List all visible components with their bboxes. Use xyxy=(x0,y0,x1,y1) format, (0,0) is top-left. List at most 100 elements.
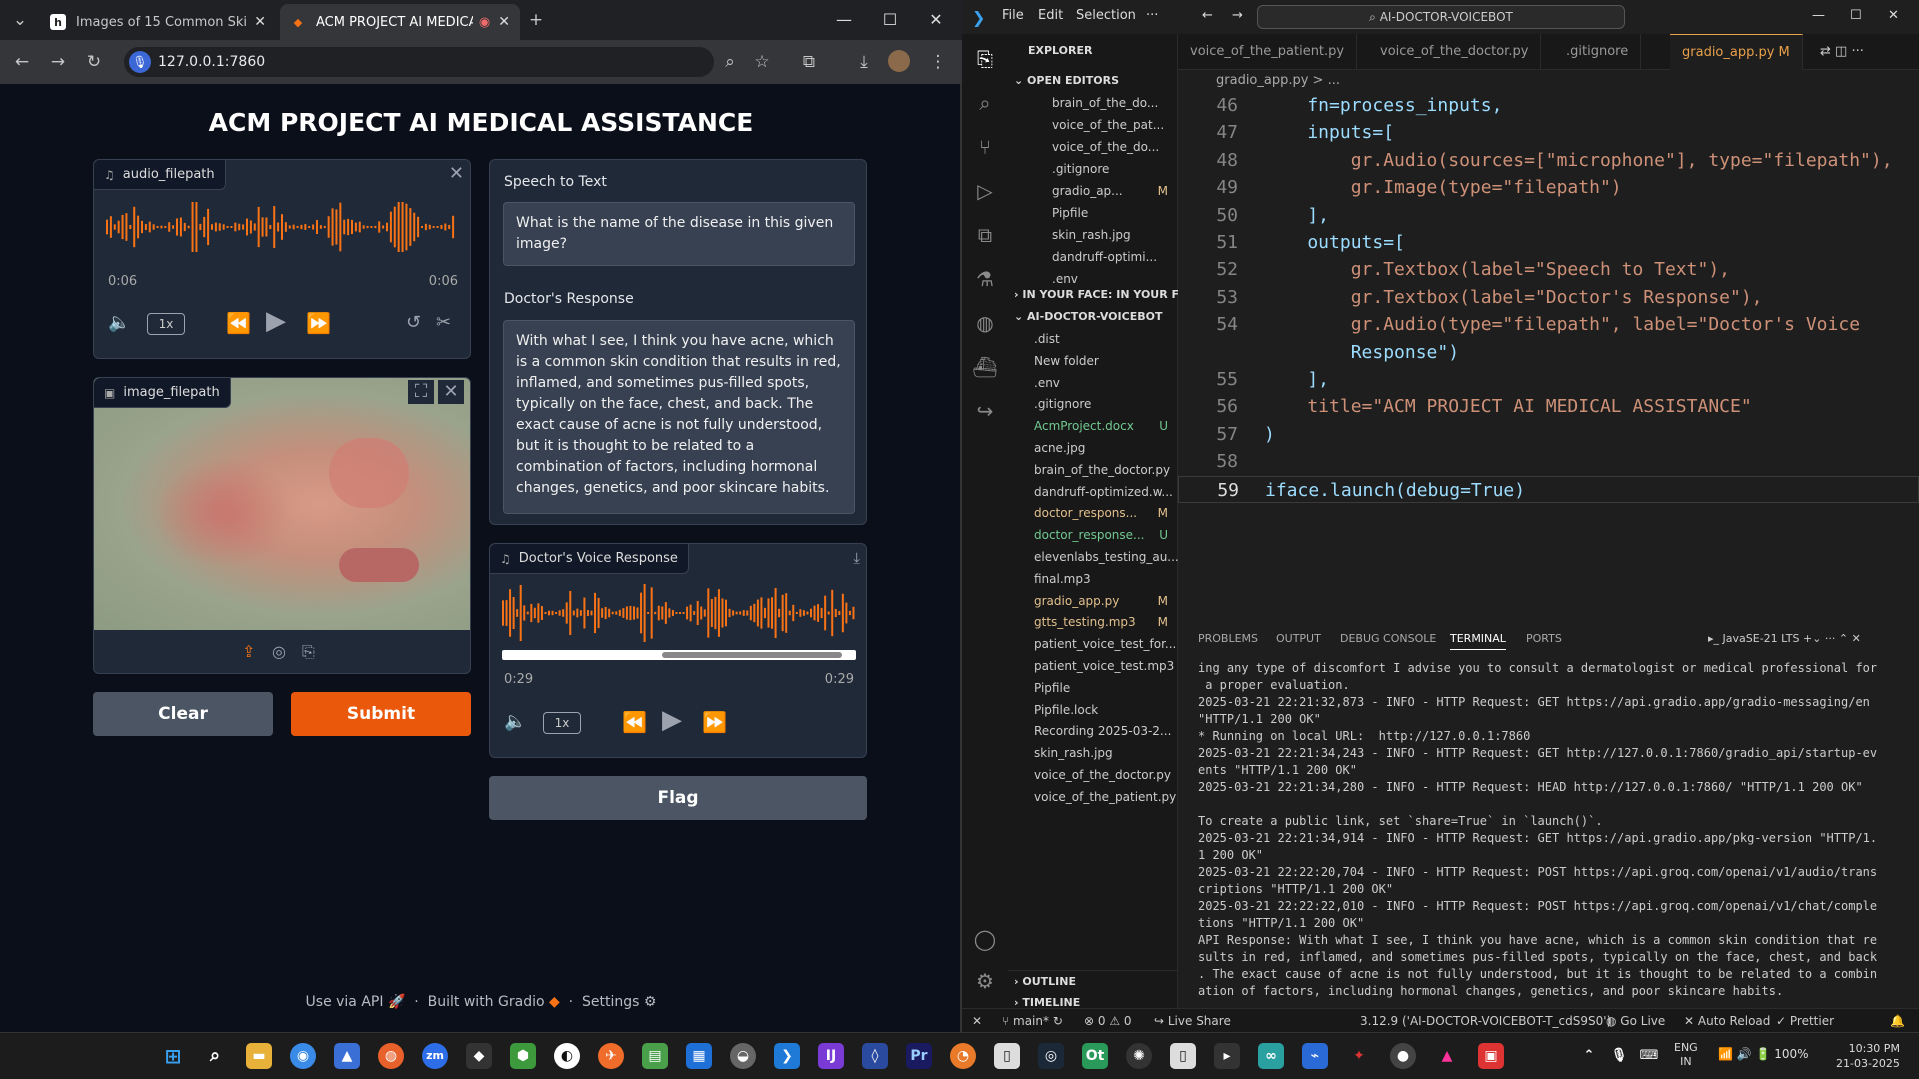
explorer-icon[interactable]: ⎘ xyxy=(970,44,1000,74)
language-indicator[interactable]: ENG IN xyxy=(1674,1041,1698,1069)
testing-flask-icon[interactable]: ⚗ xyxy=(970,264,1000,294)
project-section[interactable]: ⌄ AI-DOCTOR-VOICEBOT xyxy=(1008,306,1178,328)
editor-actions[interactable]: ⇄ ◫ ··· xyxy=(1808,34,1876,70)
zoom-icon[interactable]: zm xyxy=(422,1043,448,1069)
extensions-icon[interactable]: ⧉ xyxy=(970,220,1000,250)
address-bar[interactable]: 🎙 127.0.0.1:7860 xyxy=(124,47,714,77)
open-editor-item[interactable]: voice_of_the_pat... xyxy=(1008,114,1178,136)
close-window-icon[interactable]: ✕ xyxy=(1888,8,1899,23)
chatgpt-icon[interactable]: ✺ xyxy=(1126,1043,1152,1069)
undo-icon[interactable]: ↺ xyxy=(406,311,421,335)
output-waveform[interactable] xyxy=(502,584,858,642)
maximize-icon[interactable]: ☐ xyxy=(878,8,902,32)
code-line[interactable]: Response") xyxy=(1178,339,1919,366)
editor-tab-voice-patient[interactable]: voice_of_the_patient.py xyxy=(1178,34,1358,70)
notifications-icon[interactable]: 🔔 xyxy=(1890,1009,1905,1033)
terminal-icon[interactable]: ▸ xyxy=(1214,1043,1240,1069)
windows-start-icon[interactable]: ⊞ xyxy=(160,1043,186,1069)
auto-reload-status[interactable]: ✕ Auto Reload xyxy=(1684,1009,1770,1033)
code-line[interactable]: 55 ], xyxy=(1178,366,1919,393)
upload-icon[interactable]: ⇪ xyxy=(242,640,255,664)
remote-icon[interactable]: ◍ xyxy=(970,308,1000,338)
open-editors-section[interactable]: ⌄ OPEN EDITORS xyxy=(1008,70,1178,92)
editor-tab-voice-doctor[interactable]: voice_of_the_doctor.py xyxy=(1368,34,1542,70)
python-interpreter[interactable]: 3.12.9 ('AI-DOCTOR-VOICEBOT-T_cdS9S0') xyxy=(1360,1009,1611,1033)
vlc-icon[interactable]: ▲ xyxy=(1434,1043,1460,1069)
file-tree-item[interactable]: New folder xyxy=(1008,350,1178,372)
file-tree-item[interactable]: patient_voice_test.mp3 xyxy=(1008,655,1178,677)
clipboard-icon[interactable]: ⎘ xyxy=(302,640,315,664)
prettier-status[interactable]: ✓ Prettier xyxy=(1776,1009,1834,1033)
manage-gear-icon[interactable]: ⚙ xyxy=(970,966,1000,996)
code-line[interactable]: 53 gr.Textbox(label="Doctor's Response")… xyxy=(1178,284,1919,311)
scrollbar-track[interactable] xyxy=(502,650,856,660)
use-via-api-link[interactable]: Use via API xyxy=(306,994,384,1010)
forward-icon[interactable]: → xyxy=(46,50,70,74)
new-tab-icon[interactable]: + xyxy=(524,8,548,32)
microphone-icon[interactable]: 🎙 xyxy=(129,51,151,73)
system-tray[interactable]: 📶 🔊 🔋 100% xyxy=(1718,1047,1809,1061)
menu-kebab-icon[interactable]: ⋮ xyxy=(926,50,950,74)
file-tree-item[interactable]: Recording 2025-03-2... xyxy=(1008,720,1178,742)
ot-app-icon[interactable]: Ot xyxy=(1082,1043,1108,1069)
app-icon[interactable]: ▣ xyxy=(1478,1043,1504,1069)
tab-problems[interactable]: PROBLEMS xyxy=(1198,632,1258,645)
menu-file[interactable]: File xyxy=(1002,8,1024,23)
doctor-response-output[interactable]: With what I see, I think you have acne, … xyxy=(503,320,855,514)
terminal-profile[interactable]: ▸_ JavaSE-21 LTS +⌄ ··· ⌃ ✕ xyxy=(1708,632,1861,645)
intellij-icon[interactable]: IJ xyxy=(818,1043,844,1069)
back-icon[interactable]: ← xyxy=(10,50,34,74)
terminal-output[interactable]: ing any type of discomfort I advise you … xyxy=(1178,660,1878,1012)
go-live-status[interactable]: ◍ Go Live xyxy=(1606,1009,1665,1033)
file-tree-item[interactable]: doctor_response... U xyxy=(1008,524,1178,546)
close-window-icon[interactable]: ✕ xyxy=(924,8,948,32)
file-tree-item[interactable]: .gitignore xyxy=(1008,393,1178,415)
file-tree-item[interactable]: elevenlabs_testing_au... xyxy=(1008,546,1178,568)
docker-icon[interactable]: ⛴ xyxy=(970,352,1000,382)
file-tree-item[interactable]: .dist xyxy=(1008,328,1178,350)
live-share-status[interactable]: ↪ Live Share xyxy=(1154,1009,1231,1033)
tab-output[interactable]: OUTPUT xyxy=(1276,632,1321,645)
remote-indicator-icon[interactable]: ✕ xyxy=(972,1009,982,1033)
chrome-icon[interactable]: ◉ xyxy=(290,1043,316,1069)
notion-icon[interactable]: ◐ xyxy=(554,1043,580,1069)
playback-speed-button[interactable]: 1x xyxy=(147,313,185,335)
avatar[interactable] xyxy=(888,50,910,72)
tab-search-icon[interactable]: ⌄ xyxy=(8,8,32,32)
code-line[interactable]: 54 gr.Audio(type="filepath", label="Doct… xyxy=(1178,311,1919,338)
rewind-icon[interactable]: ⏪ xyxy=(622,710,647,734)
breadcrumb[interactable]: gradio_app.py > ... xyxy=(1178,70,1919,92)
dev-app-icon[interactable]: ⌁ xyxy=(1302,1043,1328,1069)
code-line[interactable]: 46 fn=process_inputs, xyxy=(1178,92,1919,119)
editor-tab-gradio-app[interactable]: gradio_app.py M xyxy=(1670,34,1803,70)
file-tree-item[interactable]: voice_of_the_patient.py xyxy=(1008,786,1178,808)
problems-status[interactable]: ⊗ 0 ⚠ 0 xyxy=(1084,1009,1132,1033)
playback-speed-button[interactable]: 1x xyxy=(543,712,581,734)
download-audio-icon[interactable]: ⤓ xyxy=(853,546,860,570)
minimize-icon[interactable]: — xyxy=(832,8,856,32)
code-line[interactable]: 58 xyxy=(1178,448,1919,475)
scrollbar-thumb[interactable] xyxy=(662,652,842,658)
firefox-icon[interactable]: ◍ xyxy=(378,1043,404,1069)
volume-icon[interactable]: 🔈 xyxy=(108,311,130,335)
code-line[interactable]: 59 iface.launch(debug=True) xyxy=(1178,475,1919,503)
file-tree-item[interactable]: skin_rash.jpg xyxy=(1008,742,1178,764)
webcam-icon[interactable]: ◎ xyxy=(272,640,286,664)
menu-selection[interactable]: Selection xyxy=(1076,8,1136,23)
tray-chevron-icon[interactable]: ⌃ xyxy=(1576,1043,1602,1069)
code-line[interactable]: 50 ], xyxy=(1178,202,1919,229)
github-icon[interactable]: ● xyxy=(1390,1043,1416,1069)
arduino-icon[interactable]: ∞ xyxy=(1258,1043,1284,1069)
file-tree-item[interactable]: voice_of_the_doctor.py xyxy=(1008,764,1178,786)
steam-icon[interactable]: ◎ xyxy=(1038,1043,1064,1069)
fullscreen-icon[interactable]: ⛶ xyxy=(408,380,434,404)
premiere-icon[interactable]: Pr xyxy=(906,1043,932,1069)
file-tree-item[interactable]: doctor_respons... M xyxy=(1008,502,1178,524)
built-with-gradio-link[interactable]: Built with Gradio xyxy=(428,994,545,1010)
maximize-icon[interactable]: ☐ xyxy=(1850,8,1862,23)
notepad-icon[interactable]: ▤ xyxy=(642,1043,668,1069)
open-editor-item[interactable]: .gitignore xyxy=(1008,158,1178,180)
open-editor-item[interactable]: voice_of_the_do... xyxy=(1008,136,1178,158)
open-editor-item[interactable]: skin_rash.jpg xyxy=(1008,224,1178,246)
code-line[interactable]: 57) xyxy=(1178,421,1919,448)
